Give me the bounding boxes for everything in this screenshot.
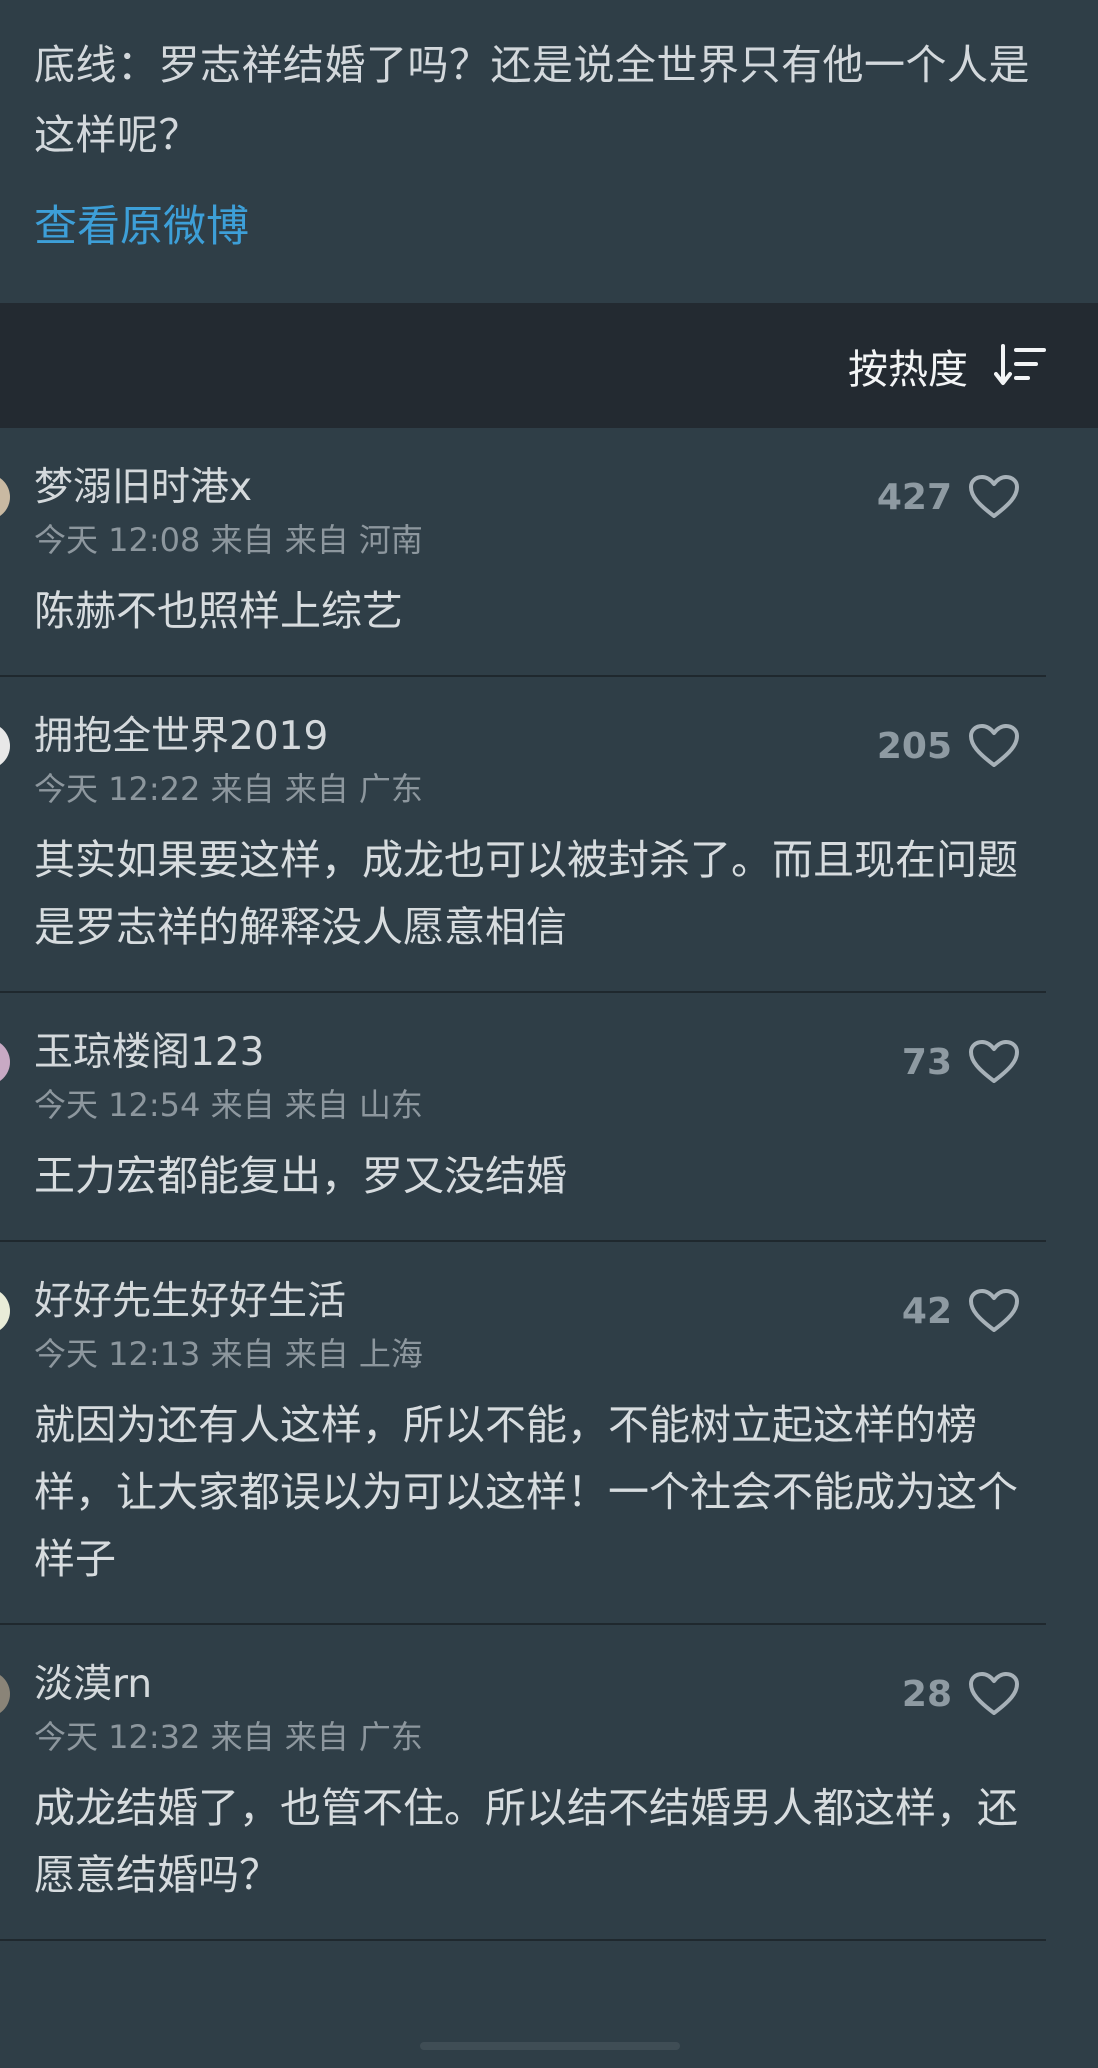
comment-username[interactable]: 玉琼楼阁123	[34, 1029, 1046, 1077]
weibo-comments-page: 底线：罗志祥结婚了吗？还是说全世界只有他一个人是这样呢？ 查看原微博 按热度 梦…	[0, 0, 1098, 2068]
comment-meta: 今天 12:32 来自 来自 广东	[34, 1718, 423, 1756]
sort-label: 按热度	[848, 346, 968, 393]
like-button[interactable]: 205	[877, 723, 1020, 769]
sort-by-popularity-button[interactable]: 按热度	[848, 337, 1046, 395]
comment-username[interactable]: 好好先生好好生活	[34, 1278, 1046, 1326]
comment-item: 好好先生好好生活 今天 12:13 来自 来自 上海 就因为还有人这样，所以不能…	[0, 1242, 1046, 1625]
post-header: 底线：罗志祥结婚了吗？还是说全世界只有他一个人是这样呢？ 查看原微博	[0, 0, 1098, 303]
like-button[interactable]: 42	[902, 1288, 1020, 1334]
comment-item: 拥抱全世界2019 今天 12:22 来自 来自 广东 其实如果要这样，成龙也可…	[0, 677, 1046, 993]
comment-username[interactable]: 淡漠rn	[34, 1661, 1046, 1709]
like-count: 42	[901, 1290, 952, 1332]
like-button[interactable]: 73	[902, 1039, 1020, 1085]
comment-meta: 今天 12:22 来自 来自 广东	[34, 770, 423, 808]
heart-icon	[968, 723, 1020, 769]
comment-content: 其实如果要这样，成龙也可以被封杀了。而且现在问题是罗志祥的解释没人愿意相信	[34, 836, 1018, 951]
avatar[interactable]	[0, 1288, 10, 1334]
like-count: 28	[901, 1673, 952, 1715]
comment-meta: 今天 12:13 来自 来自 上海	[34, 1335, 423, 1373]
sort-icon	[994, 343, 1046, 388]
scroll-indicator	[420, 2042, 680, 2050]
view-original-link[interactable]: 查看原微博	[34, 192, 249, 254]
avatar[interactable]	[0, 723, 10, 769]
sort-bar: 按热度	[0, 303, 1098, 428]
comment-meta: 今天 12:08 来自 来自 河南	[34, 521, 423, 559]
comment-item: 淡漠rn 今天 12:32 来自 来自 广东 成龙结婚了，也管不住。所以结不结婚…	[0, 1625, 1046, 1941]
post-text: 底线：罗志祥结婚了吗？还是说全世界只有他一个人是这样呢？	[34, 41, 1030, 159]
comment-content: 就因为还有人这样，所以不能，不能树立起这样的榜样，让大家都误以为可以这样！一个社…	[34, 1401, 1018, 1583]
like-count: 205	[876, 725, 952, 767]
comment-content: 王力宏都能复出，罗又没结婚	[34, 1152, 567, 1200]
comment-list: 梦溺旧时港x 今天 12:08 来自 来自 河南 陈赫不也照样上综艺 427 拥…	[0, 428, 1098, 1941]
heart-icon	[968, 474, 1020, 520]
like-button[interactable]: 28	[902, 1671, 1020, 1717]
heart-icon	[968, 1671, 1020, 1717]
comment-item: 梦溺旧时港x 今天 12:08 来自 来自 河南 陈赫不也照样上综艺 427	[0, 428, 1046, 677]
like-count: 427	[876, 476, 952, 518]
avatar[interactable]	[0, 1671, 10, 1717]
comment-content: 成龙结婚了，也管不住。所以结不结婚男人都这样，还愿意结婚吗？	[34, 1784, 1018, 1899]
avatar[interactable]	[0, 474, 10, 520]
comment-item: 玉琼楼阁123 今天 12:54 来自 来自 山东 王力宏都能复出，罗又没结婚 …	[0, 993, 1046, 1242]
heart-icon	[968, 1039, 1020, 1085]
comment-meta: 今天 12:54 来自 来自 山东	[34, 1086, 423, 1124]
like-button[interactable]: 427	[877, 474, 1020, 520]
comment-content: 陈赫不也照样上综艺	[34, 587, 403, 635]
avatar[interactable]	[0, 1039, 10, 1085]
heart-icon	[968, 1288, 1020, 1334]
like-count: 73	[901, 1041, 952, 1083]
